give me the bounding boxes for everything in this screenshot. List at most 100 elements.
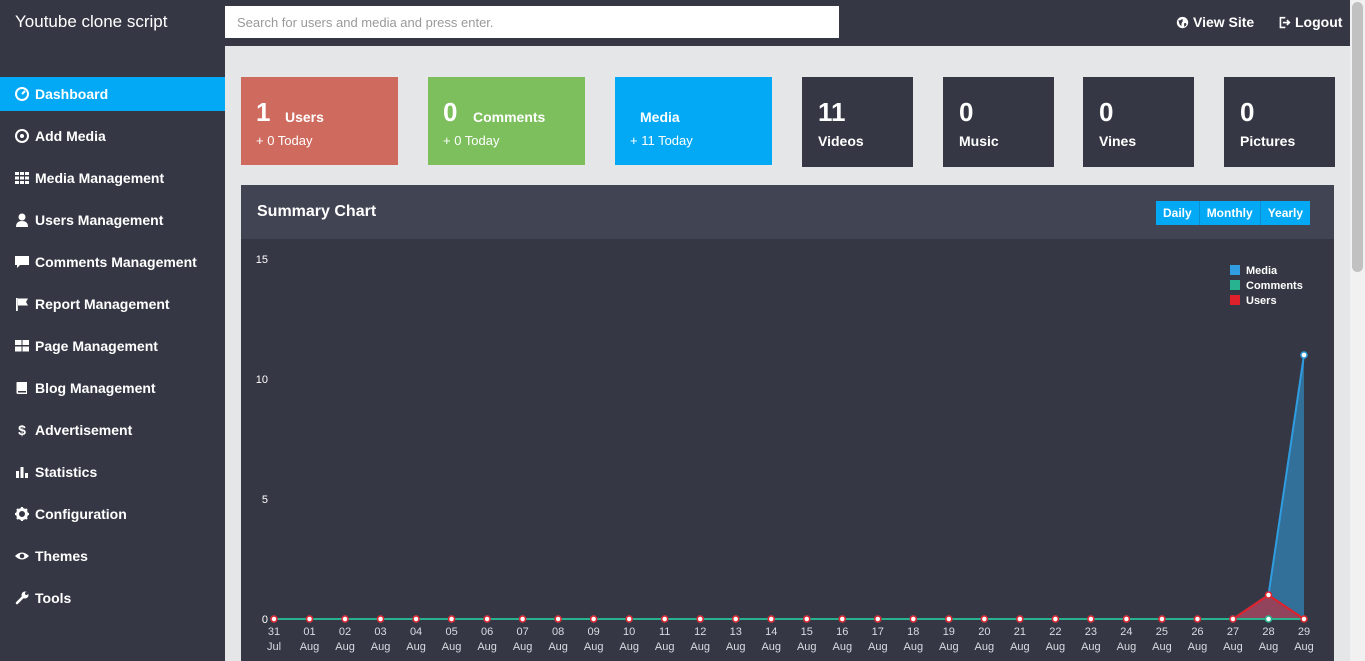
sidebar-item-label: Users Management [35,212,164,228]
data-point-users [874,615,882,623]
sidebar-item-label: Themes [35,548,88,564]
daily-button[interactable]: Daily [1156,201,1200,225]
media-label: Media [640,109,680,125]
media-stat-card[interactable]: Media + 11 Today [615,77,772,165]
x-tick-label: Aug [1294,641,1314,653]
music-stat-card[interactable]: 0 Music [943,77,1054,167]
svg-text:$: $ [18,423,26,437]
legend-swatch [1230,295,1240,305]
monthly-button[interactable]: Monthly [1199,201,1261,225]
sidebar-item-page-management[interactable]: Page Management [0,329,225,363]
plus-circle-icon [15,129,29,143]
data-point-users [767,615,775,623]
data-point-users [625,615,633,623]
x-tick-label: 02 [339,626,351,638]
x-tick-label: 07 [516,626,528,638]
data-point-users [1300,615,1308,623]
x-tick-label: Aug [797,641,817,653]
x-tick-label: Aug [904,641,924,653]
x-tick-label: 06 [481,626,493,638]
data-point-users [696,615,704,623]
layout-icon [15,339,29,353]
x-tick-label: Aug [548,641,568,653]
sidebar-item-tools[interactable]: Tools [0,581,225,615]
sidebar-item-dashboard[interactable]: Dashboard [0,77,225,111]
yearly-button[interactable]: Yearly [1260,201,1311,225]
sidebar-item-media-management[interactable]: Media Management [0,161,225,195]
x-tick-label: 01 [303,626,315,638]
sidebar-item-advertisement[interactable]: $ Advertisement [0,413,225,447]
x-tick-label: 22 [1049,626,1061,638]
sidebar-item-themes[interactable]: Themes [0,539,225,573]
data-point-users [1051,615,1060,623]
sidebar-item-label: Comments Management [35,254,197,270]
x-tick-label: 29 [1298,626,1310,638]
top-bar: Youtube clone script View Site Logout [0,0,1350,46]
videos-count: 11 [818,97,846,127]
sidebar-item-label: Report Management [35,296,170,312]
comments-today: + 0 Today [443,133,500,148]
x-tick-label: 17 [872,626,884,638]
x-tick-label: Aug [335,641,355,653]
vines-count: 0 [1099,97,1114,127]
data-point-users [909,615,918,623]
x-tick-label: Aug [690,641,710,653]
users-stat-card[interactable]: 1 Users + 0 Today [241,77,398,165]
search-input[interactable] [225,6,839,38]
x-tick-label: Jul [267,641,281,653]
series-area-users [274,595,1304,619]
x-tick-label: Aug [477,641,497,653]
series-area-media [274,355,1304,619]
sidebar-item-label: Blog Management [35,380,156,396]
sidebar-item-configuration[interactable]: Configuration [0,497,225,531]
data-point-users [447,615,456,623]
data-point-users [945,615,953,623]
x-tick-label: 11 [659,626,670,638]
eye-icon [15,549,29,563]
sidebar-item-comments-management[interactable]: Comments Management [0,245,225,279]
x-tick-label: Aug [655,641,675,653]
x-tick-label: Aug [513,641,533,653]
scrollbar-thumb[interactable] [1352,2,1363,272]
comments-stat-card[interactable]: 0 Comments + 0 Today [428,77,585,165]
sidebar-item-label: Configuration [35,506,127,522]
view-site-link[interactable]: View Site [1176,14,1254,30]
x-tick-label: Aug [1259,641,1279,653]
data-point-users [589,615,598,623]
data-point-users [803,615,811,623]
y-tick-label: 10 [256,374,268,386]
wrench-icon [15,591,29,605]
data-point-comments [1264,615,1273,623]
data-point-users [1264,591,1273,599]
x-tick-label: Aug [619,641,639,653]
sidebar-item-users-management[interactable]: Users Management [0,203,225,237]
pictures-stat-card[interactable]: 0 Pictures [1224,77,1335,167]
panel-header: Summary Chart Daily Monthly Yearly [241,185,1334,239]
x-tick-label: Aug [868,641,888,653]
x-tick-label: Aug [1081,641,1101,653]
page-scrollbar[interactable] [1350,0,1365,661]
legend-label: Media [1246,265,1278,277]
vines-stat-card[interactable]: 0 Vines [1083,77,1194,167]
bar-chart-icon [15,465,29,479]
x-tick-label: Aug [726,641,746,653]
data-point-users [412,615,420,623]
legend-swatch [1230,265,1240,275]
sidebar-item-blog-management[interactable]: Blog Management [0,371,225,405]
range-button-group: Daily Monthly Yearly [1156,201,1311,225]
dollar-icon: $ [15,423,29,437]
x-tick-label: Aug [761,641,781,653]
sidebar-item-report-management[interactable]: Report Management [0,287,225,321]
x-tick-label: 04 [410,626,422,638]
sidebar-item-statistics[interactable]: Statistics [0,455,225,489]
x-tick-label: Aug [1223,641,1243,653]
logout-link[interactable]: Logout [1278,14,1342,30]
sidebar-item-add-media[interactable]: Add Media [0,119,225,153]
videos-stat-card[interactable]: 11 Videos [802,77,913,167]
grid-icon [15,171,29,185]
sidebar-item-label: Add Media [35,128,106,144]
data-point-users [660,615,669,623]
brand-title[interactable]: Youtube clone script [15,12,167,32]
flag-icon [15,297,29,311]
x-tick-label: 03 [374,626,386,638]
